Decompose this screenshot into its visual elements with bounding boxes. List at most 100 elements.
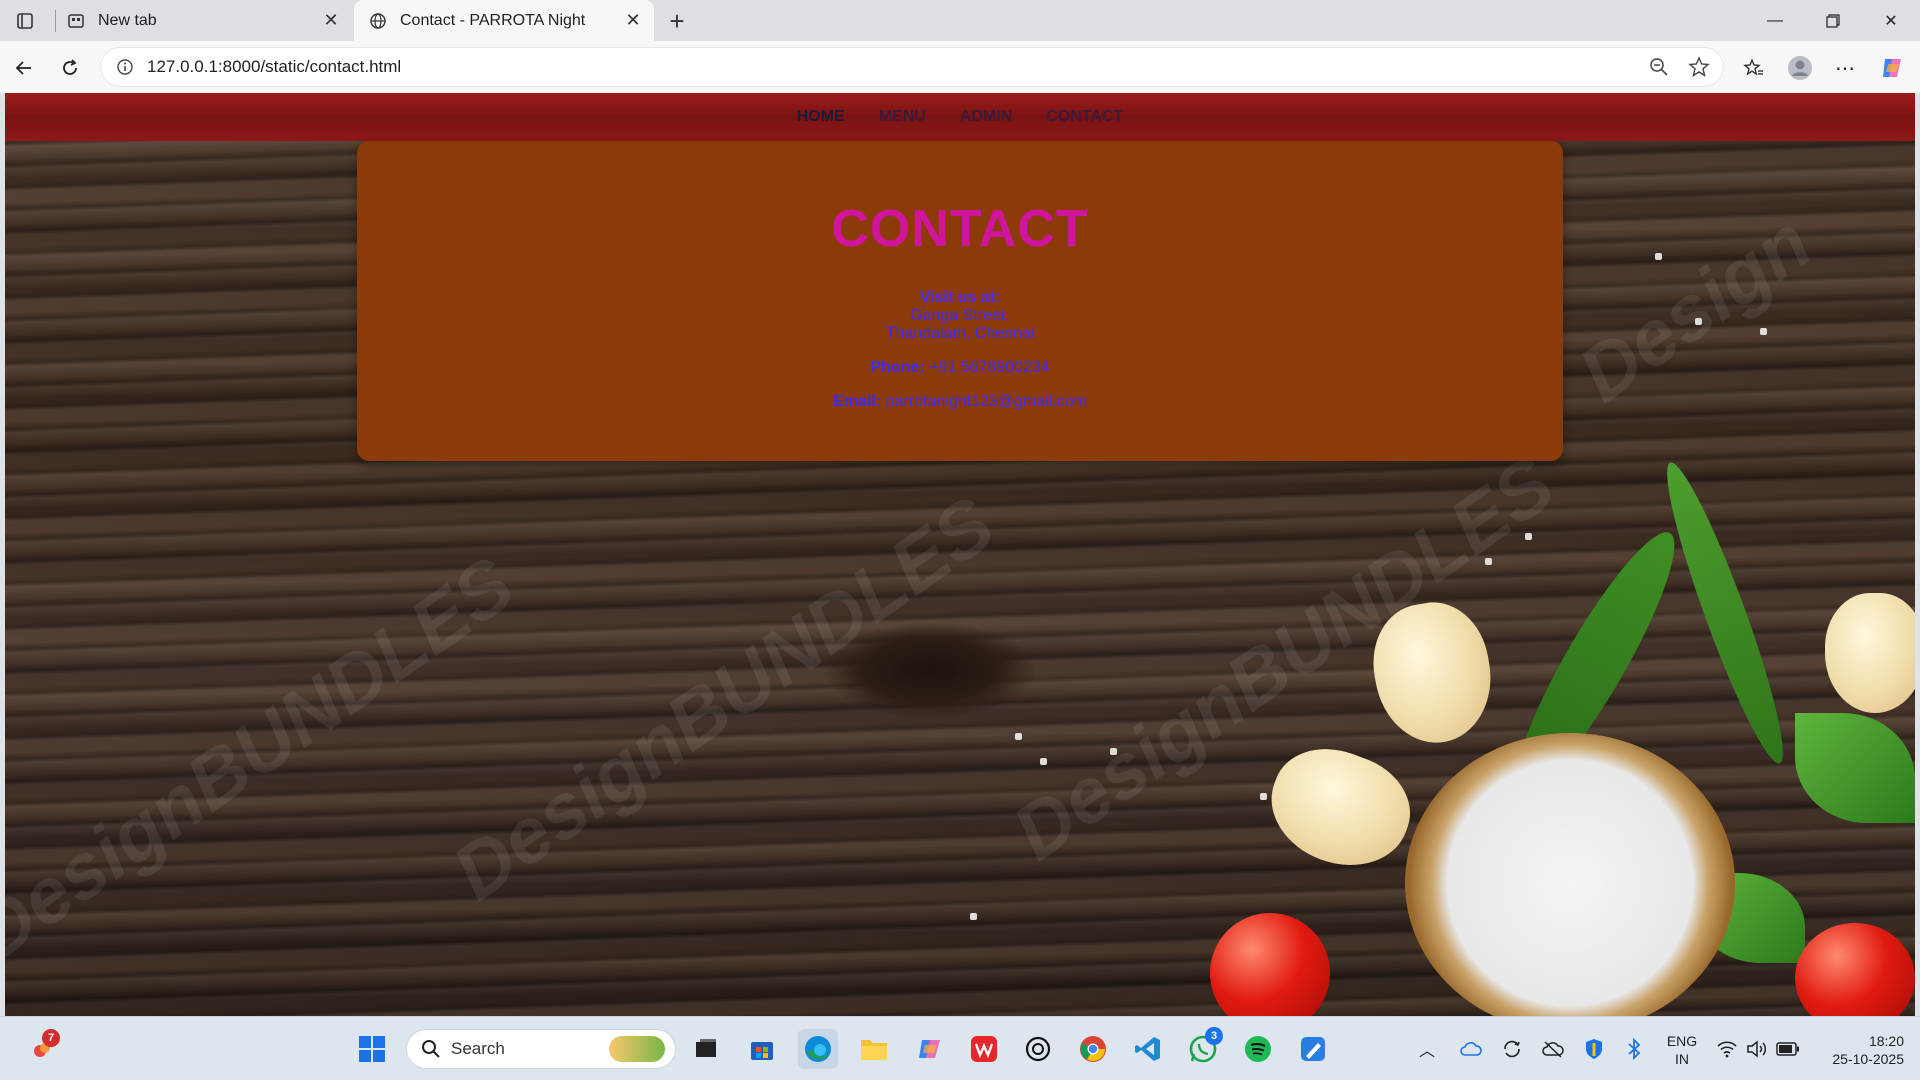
copilot-button[interactable]: [1876, 52, 1908, 84]
salt-bowl: [1405, 733, 1735, 1016]
copilot-icon: [1883, 59, 1901, 77]
favorites-button[interactable]: [1738, 52, 1770, 84]
file-explorer-app[interactable]: [854, 1029, 894, 1069]
favorite-star-icon[interactable]: [1683, 51, 1715, 83]
language-indicator[interactable]: ENG IN: [1660, 1032, 1704, 1068]
tab-new-tab[interactable]: New tab ✕: [52, 0, 352, 41]
chatgpt-icon: [1025, 1036, 1051, 1062]
plus-icon: +: [669, 5, 685, 36]
task-view-button[interactable]: [686, 1029, 726, 1069]
email-line: Email: parrotanight123@gmail.com: [357, 393, 1563, 411]
nav-contact-link[interactable]: CONTACT: [1046, 108, 1123, 126]
store-app[interactable]: [742, 1029, 782, 1069]
restore-button[interactable]: [1804, 0, 1862, 41]
clock[interactable]: 18:20 25-10-2025: [1808, 1032, 1904, 1068]
site-info-icon[interactable]: [113, 55, 137, 79]
whatsapp-app[interactable]: 3: [1183, 1027, 1223, 1069]
edge-app[interactable]: [798, 1029, 838, 1069]
address-block: Visit us at: Ganga Street, Thandalam, Ch…: [357, 289, 1563, 343]
tab-title: Contact - PARROTA Night: [400, 11, 586, 29]
notification-badge: 7: [42, 1029, 60, 1047]
phone-label: Phone:: [870, 359, 925, 376]
taskbar: 7 Search 3 ︿ ENG IN 18:20 25-10-2025: [0, 1016, 1920, 1080]
folder-icon: [861, 1040, 887, 1060]
tab-actions-button[interactable]: [10, 6, 40, 36]
new-tab-icon: [66, 11, 86, 31]
start-button[interactable]: [352, 1029, 392, 1069]
minimize-icon: —: [1767, 11, 1783, 29]
page-viewport: DesignBUNDLES DesignBUNDLES DesignBUNDLE…: [5, 93, 1915, 1016]
minimize-button[interactable]: —: [1746, 0, 1804, 41]
quick-settings-button[interactable]: [1712, 1029, 1804, 1069]
reload-icon: [63, 59, 77, 75]
volume-icon: [1747, 1040, 1766, 1058]
close-tab-icon[interactable]: ✕: [318, 8, 344, 34]
vscode-app[interactable]: [1128, 1029, 1168, 1069]
store-icon: [751, 1042, 773, 1060]
favorites-icon: [1743, 58, 1763, 76]
bluetooth-icon: [1628, 1038, 1641, 1060]
tab-strip: New tab ✕ Contact - PARROTA Night ✕ + — …: [0, 0, 1920, 41]
url-text: 127.0.0.1:8000/static/contact.html: [147, 57, 402, 76]
salt-crystal: [1260, 793, 1267, 800]
back-button[interactable]: [8, 52, 40, 84]
wps-office-app[interactable]: [964, 1029, 1004, 1069]
cloud-off-button[interactable]: [1538, 1029, 1568, 1069]
windows-icon: [359, 1036, 385, 1062]
more-icon: ⋯: [1835, 57, 1855, 80]
phone-line: Phone: +91 5678900234: [357, 359, 1563, 377]
salt-crystal: [1015, 733, 1022, 740]
address-line-1: Ganga Street,: [910, 307, 1010, 324]
search-icon: [422, 1040, 440, 1058]
taskbar-search[interactable]: Search: [406, 1029, 676, 1069]
spotify-app[interactable]: [1238, 1029, 1278, 1069]
security-button[interactable]: [1579, 1029, 1609, 1069]
sync-button[interactable]: [1497, 1029, 1527, 1069]
garlic-clove: [1825, 593, 1915, 713]
address-bar[interactable]: 127.0.0.1:8000/static/contact.html: [100, 47, 1724, 87]
salt-crystal: [1760, 328, 1767, 335]
show-hidden-icons-button[interactable]: ︿: [1412, 1029, 1442, 1069]
onedrive-button[interactable]: [1456, 1029, 1486, 1069]
avatar-icon: [1788, 56, 1812, 80]
close-icon: ✕: [1884, 12, 1898, 30]
zoom-icon[interactable]: [1643, 51, 1675, 83]
globe-icon: [368, 11, 388, 31]
nav-menu-link[interactable]: MENU: [879, 108, 926, 126]
chevron-up-icon: ︿: [1418, 1043, 1435, 1060]
close-window-button[interactable]: ✕: [1862, 0, 1920, 41]
wifi-icon: [1717, 1041, 1737, 1058]
tab-actions-icon: [17, 13, 33, 29]
spotify-icon: [1245, 1036, 1271, 1062]
sync-icon: [1504, 1040, 1520, 1058]
paint-icon: [1301, 1037, 1325, 1061]
page-title: CONTACT: [831, 200, 1089, 258]
tab-contact[interactable]: Contact - PARROTA Night ✕: [354, 0, 654, 41]
new-tab-button[interactable]: +: [662, 6, 692, 36]
address-line-2: Thandalam, Chennai: [885, 325, 1035, 342]
search-highlight-icon: [609, 1036, 665, 1062]
chrome-icon: [1080, 1036, 1106, 1062]
bluetooth-button[interactable]: [1619, 1029, 1649, 1069]
tab-title: New tab: [98, 11, 157, 29]
nav-admin-link[interactable]: ADMIN: [960, 108, 1012, 126]
whatsapp-badge: 3: [1205, 1027, 1223, 1045]
paint-app[interactable]: [1293, 1029, 1333, 1069]
salt-crystal: [1655, 253, 1662, 260]
notifications-button[interactable]: 7: [22, 1029, 62, 1069]
reload-button[interactable]: [54, 52, 86, 84]
edge-icon: [805, 1036, 831, 1062]
salt-crystal: [1485, 558, 1492, 565]
more-options-button[interactable]: ⋯: [1829, 52, 1861, 84]
browser-toolbar: 127.0.0.1:8000/static/contact.html ⋯: [0, 41, 1920, 93]
close-tab-icon[interactable]: ✕: [620, 8, 646, 34]
profile-button[interactable]: [1784, 52, 1816, 84]
nav-home-link[interactable]: HOME: [797, 108, 845, 126]
wps-icon: [971, 1036, 997, 1062]
chatgpt-app[interactable]: [1018, 1029, 1058, 1069]
salt-crystal: [970, 913, 977, 920]
chrome-app[interactable]: [1073, 1029, 1113, 1069]
salt-crystal: [1525, 533, 1532, 540]
copilot-app[interactable]: [910, 1029, 950, 1069]
visit-label: Visit us at:: [919, 289, 1001, 306]
